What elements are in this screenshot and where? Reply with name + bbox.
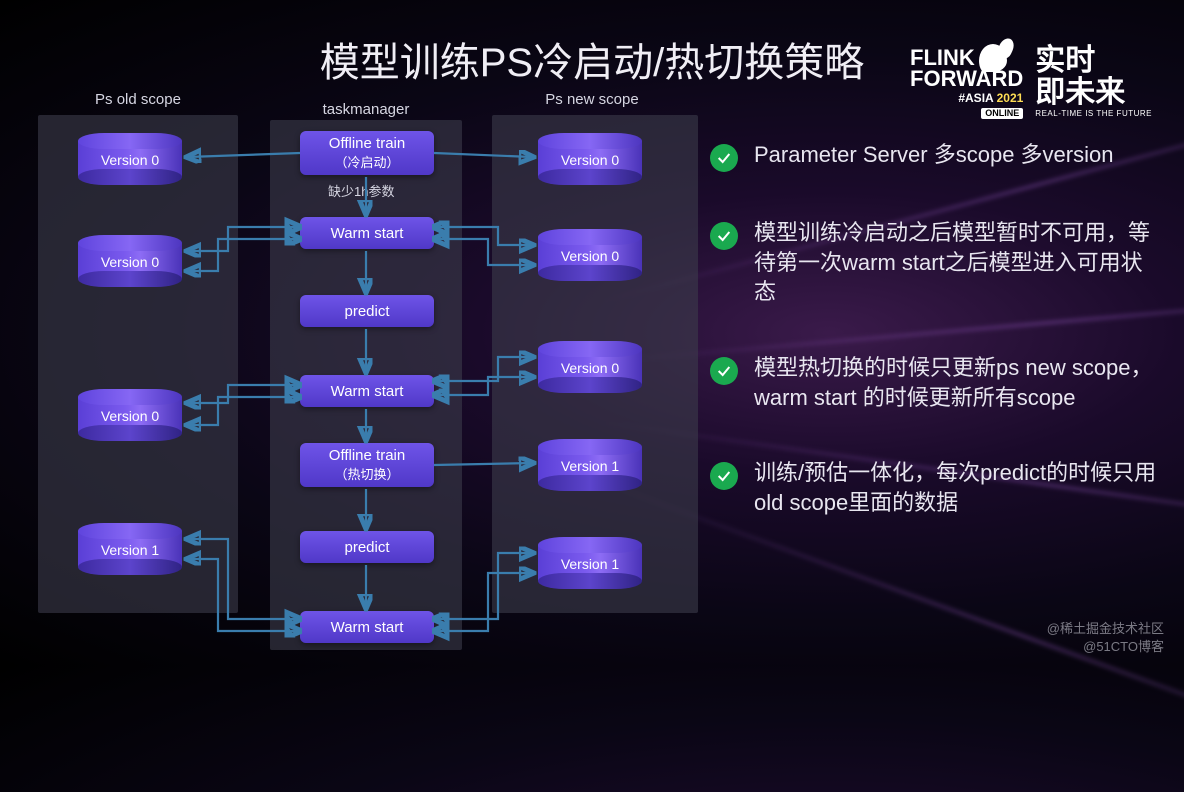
- ps-new-v0-c: Version 0: [538, 341, 642, 393]
- logo-forward: FORWARD: [910, 68, 1023, 90]
- node-label: predict: [344, 303, 389, 320]
- ps-old-v0-c: Version 0: [78, 389, 182, 441]
- cyl-label: Version 1: [538, 556, 642, 572]
- bullet-text: 训练/预估一体化，每次predict的时候只用old scope里面的数据: [754, 458, 1164, 517]
- node-label: Warm start: [331, 619, 404, 636]
- watermark-line: @51CTO博客: [1047, 638, 1164, 656]
- cyl-label: Version 0: [538, 152, 642, 168]
- bullet-item: Parameter Server 多scope 多version: [710, 140, 1164, 172]
- bullet-item: 模型热切换的时候只更新ps new scope，warm start 的时候更新…: [710, 353, 1164, 412]
- ps-old-v1: Version 1: [78, 523, 182, 575]
- check-icon: [710, 462, 738, 490]
- logo-online: ONLINE: [981, 108, 1023, 119]
- ps-old-v0-a: Version 0: [78, 133, 182, 185]
- diagram-stage: Ps old scope taskmanager Ps new scope Ve…: [18, 95, 698, 655]
- node-label: predict: [344, 539, 389, 556]
- bullet-list: Parameter Server 多scope 多version 模型训练冷启动…: [710, 140, 1164, 518]
- node-offline-cold: Offline train（冷启动）: [300, 131, 434, 175]
- logo-year: 2021: [997, 91, 1024, 105]
- cyl-label: Version 1: [78, 542, 182, 558]
- watermark: @稀土掘金技术社区 @51CTO博客: [1047, 620, 1164, 656]
- ps-old-v0-b: Version 0: [78, 235, 182, 287]
- node-label: Warm start: [331, 225, 404, 242]
- event-logo: FLINK FORWARD #ASIA 2021 ONLINE 实时 即未来 R…: [910, 44, 1152, 120]
- check-icon: [710, 144, 738, 172]
- cyl-label: Version 0: [78, 152, 182, 168]
- squirrel-icon: [979, 44, 1007, 72]
- node-warm-1: Warm start: [300, 217, 434, 249]
- node-label: Warm start: [331, 383, 404, 400]
- node-sublabel: （热切换）: [334, 464, 399, 483]
- cyl-label: Version 0: [78, 408, 182, 424]
- node-warm-2: Warm start: [300, 375, 434, 407]
- note-missing: 缺少1h参数: [328, 181, 394, 200]
- check-icon: [710, 357, 738, 385]
- cyl-label: Version 1: [538, 458, 642, 474]
- col-label-new: Ps new scope: [492, 91, 692, 108]
- ps-new-v1-a: Version 1: [538, 439, 642, 491]
- node-label: Offline train: [329, 447, 405, 464]
- logo-cn-2: 即未来: [1035, 77, 1152, 109]
- node-offline-hot: Offline train（热切换）: [300, 443, 434, 487]
- bullet-text: Parameter Server 多scope 多version: [754, 140, 1113, 170]
- bullet-text: 模型热切换的时候只更新ps new scope，warm start 的时候更新…: [754, 353, 1164, 412]
- cyl-label: Version 0: [538, 360, 642, 376]
- col-label-old: Ps old scope: [38, 91, 238, 108]
- ps-new-v0-a: Version 0: [538, 133, 642, 185]
- bullet-text: 模型训练冷启动之后模型暂时不可用，等待第一次warm start之后模型进入可用…: [754, 218, 1164, 307]
- watermark-line: @稀土掘金技术社区: [1047, 620, 1164, 638]
- logo-cn-sub: REAL-TIME IS THE FUTURE: [1035, 110, 1152, 118]
- logo-asia: #ASIA: [958, 91, 993, 105]
- cyl-label: Version 0: [78, 254, 182, 270]
- bullet-item: 训练/预估一体化，每次predict的时候只用old scope里面的数据: [710, 458, 1164, 517]
- node-label: Offline train: [329, 135, 405, 152]
- ps-new-v1-b: Version 1: [538, 537, 642, 589]
- bullet-item: 模型训练冷启动之后模型暂时不可用，等待第一次warm start之后模型进入可用…: [710, 218, 1164, 307]
- ps-new-v0-b: Version 0: [538, 229, 642, 281]
- node-predict-1: predict: [300, 295, 434, 327]
- check-icon: [710, 222, 738, 250]
- col-label-task: taskmanager: [270, 101, 462, 118]
- cyl-label: Version 0: [538, 248, 642, 264]
- node-sublabel: （冷启动）: [334, 152, 399, 171]
- logo-cn-1: 实时: [1035, 45, 1152, 77]
- node-predict-2: predict: [300, 531, 434, 563]
- node-warm-3: Warm start: [300, 611, 434, 643]
